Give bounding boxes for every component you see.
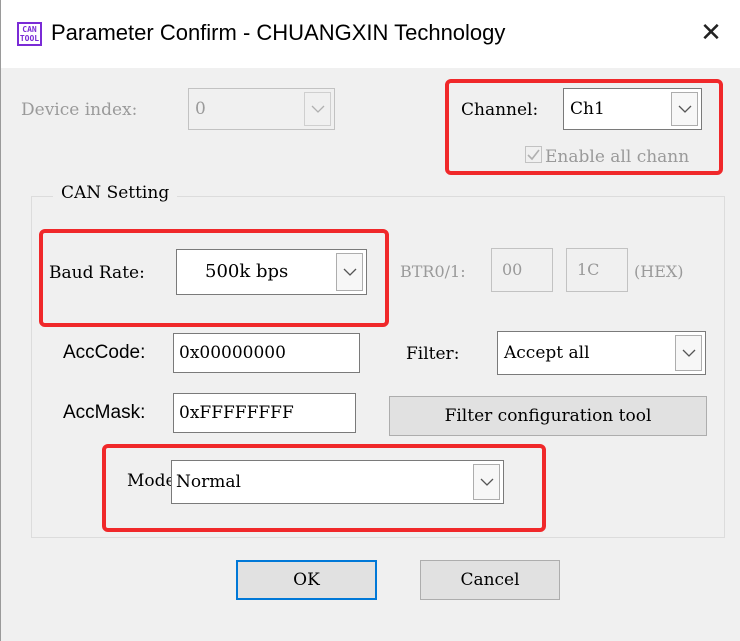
parameter-confirm-dialog: CAN TOOL Parameter Confirm - CHUANGXIN T… <box>0 0 740 641</box>
btr-label: BTR0/1: <box>400 262 466 281</box>
close-icon[interactable]: ✕ <box>691 16 731 52</box>
acc-mask-label: AccMask: <box>63 402 146 423</box>
ok-button[interactable]: OK <box>236 560 377 600</box>
filter-label: Filter: <box>406 344 460 364</box>
device-index-label: Device index: <box>21 100 138 120</box>
channel-highlight-box <box>445 79 723 175</box>
btr1-value: 1C <box>577 260 600 279</box>
chevron-down-icon <box>304 92 331 126</box>
acc-mask-input[interactable]: 0xFFFFFFFF <box>173 393 356 433</box>
baud-rate-highlight-box <box>39 229 389 327</box>
chevron-down-icon[interactable] <box>675 335 702 371</box>
btr1-input: 1C <box>566 248 628 292</box>
hex-label: (HEX) <box>634 262 684 281</box>
filter-configuration-tool-button[interactable]: Filter configuration tool <box>389 396 707 436</box>
window-title: Parameter Confirm - CHUANGXIN Technology <box>51 20 506 45</box>
acc-mask-value: 0xFFFFFFFF <box>179 403 294 423</box>
filter-select[interactable]: Accept all <box>497 331 706 375</box>
btr0-input: 00 <box>491 248 553 292</box>
filter-value: Accept all <box>504 343 590 363</box>
device-index-value: 0 <box>195 99 206 119</box>
acc-code-label: AccCode: <box>63 342 146 363</box>
title-bar[interactable]: CAN TOOL Parameter Confirm - CHUANGXIN T… <box>1 0 740 68</box>
btr0-value: 00 <box>502 260 523 279</box>
mode-highlight-box <box>102 444 546 532</box>
device-index-select: 0 <box>188 88 335 130</box>
can-setting-title: CAN Setting <box>53 183 178 203</box>
cancel-button[interactable]: Cancel <box>420 560 560 600</box>
acc-code-input[interactable]: 0x00000000 <box>173 333 360 373</box>
can-tool-app-icon: CAN TOOL <box>17 22 42 46</box>
acc-code-value: 0x00000000 <box>179 343 286 363</box>
